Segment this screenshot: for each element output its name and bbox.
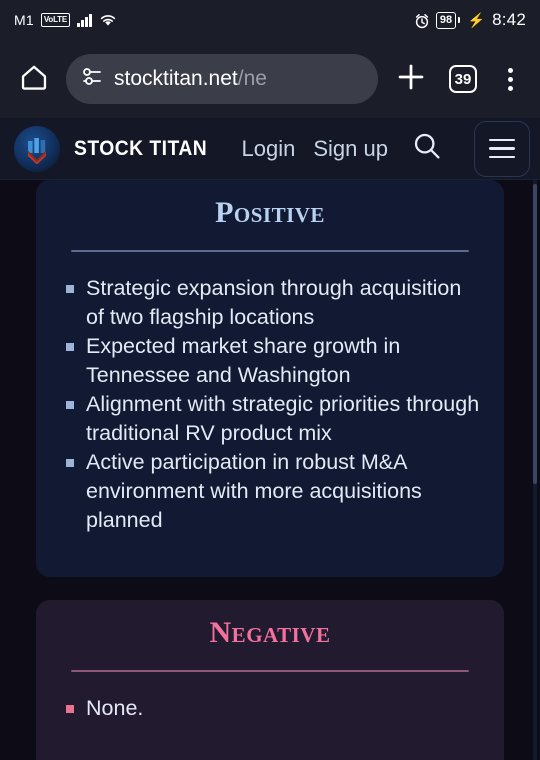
new-tab-button[interactable] — [388, 56, 434, 102]
stock-titan-logo-icon[interactable] — [14, 125, 60, 172]
list-item: Alignment with strategic priorities thro… — [60, 390, 480, 448]
hamburger-line-2 — [489, 147, 515, 150]
site-brand-label: STOCK TITAN — [74, 136, 208, 160]
search-icon — [411, 130, 443, 167]
site-nav: Login Sign up — [242, 120, 530, 177]
status-bar-right: 98 ⚡ 8:42 — [414, 10, 526, 30]
negative-points-list: None. — [60, 694, 480, 723]
browser-toolbar: stocktitan.net/ne 39 — [0, 40, 540, 118]
negative-section-card: Negative None. — [36, 600, 504, 760]
alarm-clock-icon — [414, 13, 429, 28]
page-content: Positive Strategic expansion through acq… — [0, 180, 540, 760]
positive-divider — [71, 250, 469, 252]
page-scrollbar[interactable] — [533, 184, 537, 484]
home-button[interactable] — [12, 57, 56, 101]
three-dot-menu-icon — [507, 67, 513, 73]
url-path: /ne — [237, 67, 267, 90]
signup-link[interactable]: Sign up — [313, 136, 388, 162]
url-host: stocktitan.net — [114, 67, 238, 90]
list-item: Active participation in robust M&A envir… — [60, 448, 480, 535]
hamburger-line-3 — [489, 155, 515, 159]
battery-indicator: 98 — [435, 11, 460, 29]
site-settings-icon[interactable] — [80, 66, 104, 93]
browser-overflow-menu-button[interactable] — [492, 56, 528, 102]
positive-points-list: Strategic expansion through acquisition … — [60, 274, 480, 535]
list-item: None. — [60, 694, 480, 723]
negative-divider — [71, 670, 469, 672]
address-bar[interactable]: stocktitan.net/ne — [66, 54, 378, 104]
android-status-bar: M1 VoLTE 98 ⚡ 8:42 — [0, 0, 540, 40]
plus-icon — [396, 62, 426, 97]
signal-bars-icon — [77, 13, 92, 27]
list-item: Strategic expansion through acquisition … — [60, 274, 480, 332]
hamburger-menu-icon — [489, 138, 515, 142]
site-header: STOCK TITAN Login Sign up — [0, 118, 540, 180]
volte-badge: VoLTE — [40, 13, 71, 27]
search-button[interactable] — [406, 128, 448, 170]
positive-section-title: Positive — [215, 196, 325, 229]
login-link[interactable]: Login — [242, 136, 296, 162]
address-bar-url: stocktitan.net/ne — [114, 67, 267, 91]
three-dot-menu-icon-dot3 — [507, 85, 513, 91]
home-icon — [19, 62, 49, 97]
tab-count-badge: 39 — [449, 65, 477, 93]
battery-level-label: 98 — [435, 11, 457, 29]
site-menu-button[interactable] — [474, 120, 530, 177]
three-dot-menu-icon-dot2 — [507, 76, 513, 82]
wifi-icon — [99, 13, 117, 27]
list-item: Expected market share growth in Tennesse… — [60, 332, 480, 390]
status-bar-left: M1 VoLTE — [14, 12, 117, 28]
phone-screen: M1 VoLTE 98 ⚡ 8:42 stocktitan.net/ne 39 … — [0, 0, 540, 760]
negative-section-title: Negative — [209, 616, 331, 649]
carrier-label: M1 — [14, 12, 34, 28]
positive-section-card: Positive Strategic expansion through acq… — [36, 180, 504, 577]
charging-bolt-icon: ⚡ — [467, 11, 486, 28]
clock-label: 8:42 — [492, 10, 526, 29]
battery-cap — [457, 17, 460, 23]
tab-switcher-button[interactable]: 39 — [440, 56, 486, 102]
